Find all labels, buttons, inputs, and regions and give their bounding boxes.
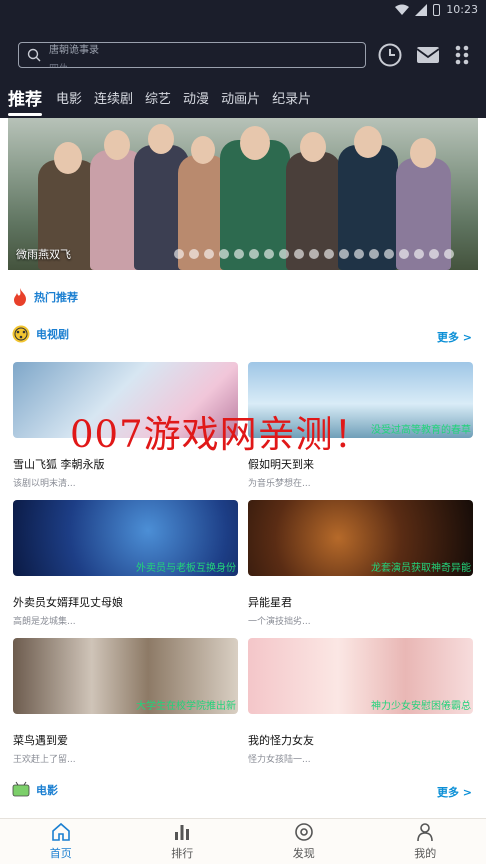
- video-desc: 高朗是龙城集...: [13, 617, 76, 627]
- nav-ranking[interactable]: 排行: [122, 819, 244, 864]
- battery-icon: [433, 3, 441, 16]
- video-desc: 为音乐梦想在...: [248, 479, 311, 489]
- tab-cartoon[interactable]: 动画片: [221, 88, 260, 107]
- carousel-dot[interactable]: [339, 249, 349, 259]
- more-grid-icon[interactable]: [449, 42, 475, 68]
- carousel-dot[interactable]: [249, 249, 259, 259]
- movie-section-header: 电影: [12, 781, 58, 799]
- video-title: 雪山飞狐 李朝永版: [13, 458, 105, 471]
- status-bar: 10:23: [0, 0, 486, 22]
- video-desc: 一个演技拙劣...: [248, 617, 311, 627]
- video-card[interactable]: 外卖员与老板互换身份 外卖员女婿拜见丈母娘 高朗是龙城集...: [13, 500, 238, 627]
- tv-section-header: 电视剧: [12, 325, 69, 343]
- movie-section-title: 电影: [36, 784, 58, 797]
- carousel-indicator: [174, 249, 454, 259]
- nav-home[interactable]: 首页: [0, 819, 122, 864]
- user-icon: [417, 823, 434, 842]
- carousel-dot[interactable]: [234, 249, 244, 259]
- signal-icon: [415, 3, 428, 16]
- carousel-dot[interactable]: [279, 249, 289, 259]
- category-tabs: 推荐 电影 连续剧 综艺 动漫 动画片 纪录片: [0, 80, 486, 116]
- carousel-dot[interactable]: [174, 249, 184, 259]
- carousel-dot[interactable]: [189, 249, 199, 259]
- tab-anime[interactable]: 动漫: [183, 88, 209, 107]
- carousel-dot[interactable]: [429, 249, 439, 259]
- video-title: 异能星君: [248, 596, 292, 609]
- video-thumbnail: 外卖员与老板互换身份: [13, 500, 238, 576]
- history-clock-icon[interactable]: [377, 42, 403, 68]
- video-thumbnail: 大学生在校学院推出新: [13, 638, 238, 714]
- tv-section-title: 电视剧: [36, 328, 69, 341]
- carousel-dot[interactable]: [324, 249, 334, 259]
- video-thumbnail: 龙套演员获取神奇异能: [248, 500, 473, 576]
- tv-more-link[interactable]: 更多 >: [437, 329, 472, 345]
- carousel-dot[interactable]: [444, 249, 454, 259]
- carousel-dot[interactable]: [219, 249, 229, 259]
- search-icon: [27, 48, 41, 62]
- tab-documentary[interactable]: 纪录片: [272, 88, 311, 107]
- search-input[interactable]: 唐朝诡事录 四仇: [18, 42, 366, 68]
- tab-recommend[interactable]: 推荐: [8, 85, 42, 116]
- video-title: 假如明天到来: [248, 458, 314, 471]
- fire-icon: [14, 288, 26, 306]
- home-icon: [51, 822, 70, 841]
- video-title: 我的怪力女友: [248, 734, 314, 747]
- compass-disc-icon: [294, 823, 313, 841]
- carousel-dot[interactable]: [264, 249, 274, 259]
- message-mail-icon[interactable]: [415, 42, 441, 68]
- carousel-dot[interactable]: [414, 249, 424, 259]
- watermark-text: 007游戏网亲测！: [70, 413, 372, 456]
- movie-more-link[interactable]: 更多 >: [437, 784, 472, 800]
- video-card[interactable]: 龙套演员获取神奇异能 异能星君 一个演技拙劣...: [248, 500, 473, 627]
- banner-caption: 微雨燕双飞: [16, 248, 71, 261]
- bottom-navigation: 首页 排行 发现 我的: [0, 818, 486, 864]
- video-card[interactable]: 大学生在校学院推出新 菜鸟遇到爱 王欢赶上了留...: [13, 638, 238, 765]
- video-thumbnail: 神力少女安慰困倦霸总: [248, 638, 473, 714]
- hot-section-title: 热门推荐: [34, 291, 78, 304]
- carousel-dot[interactable]: [399, 249, 409, 259]
- carousel-dot[interactable]: [294, 249, 304, 259]
- banner-carousel[interactable]: 微雨燕双飞: [8, 118, 478, 270]
- search-placeholder-next: 四仇: [49, 60, 69, 67]
- carousel-dot[interactable]: [204, 249, 214, 259]
- video-title: 外卖员女婿拜见丈母娘: [13, 596, 123, 609]
- carousel-dot[interactable]: [309, 249, 319, 259]
- top-header: 唐朝诡事录 四仇 推荐 电影 连续剧 综艺 动漫 动画片 纪录片: [0, 22, 486, 118]
- video-desc: 怪力女孩陆一...: [248, 755, 311, 765]
- carousel-dot[interactable]: [369, 249, 379, 259]
- search-placeholder: 唐朝诡事录: [49, 45, 99, 56]
- video-title: 菜鸟遇到爱: [13, 734, 68, 747]
- video-desc: 该剧以明末清...: [13, 479, 76, 489]
- video-desc: 王欢赶上了留...: [13, 755, 76, 765]
- video-card[interactable]: 神力少女安慰困倦霸总 我的怪力女友 怪力女孩陆一...: [248, 638, 473, 765]
- wifi-icon: [395, 4, 410, 15]
- tv-set-icon: [12, 781, 30, 797]
- bar-chart-icon: [175, 825, 190, 840]
- nav-profile[interactable]: 我的: [365, 819, 486, 864]
- tab-movie[interactable]: 电影: [56, 88, 82, 107]
- status-time: 10:23: [446, 3, 478, 16]
- hot-section-header: 热门推荐: [12, 288, 78, 306]
- carousel-dot[interactable]: [384, 249, 394, 259]
- tab-variety[interactable]: 综艺: [145, 88, 171, 107]
- tv-film-reel-icon: [12, 325, 30, 343]
- tab-series[interactable]: 连续剧: [94, 88, 133, 107]
- carousel-dot[interactable]: [354, 249, 364, 259]
- nav-discover[interactable]: 发现: [243, 819, 365, 864]
